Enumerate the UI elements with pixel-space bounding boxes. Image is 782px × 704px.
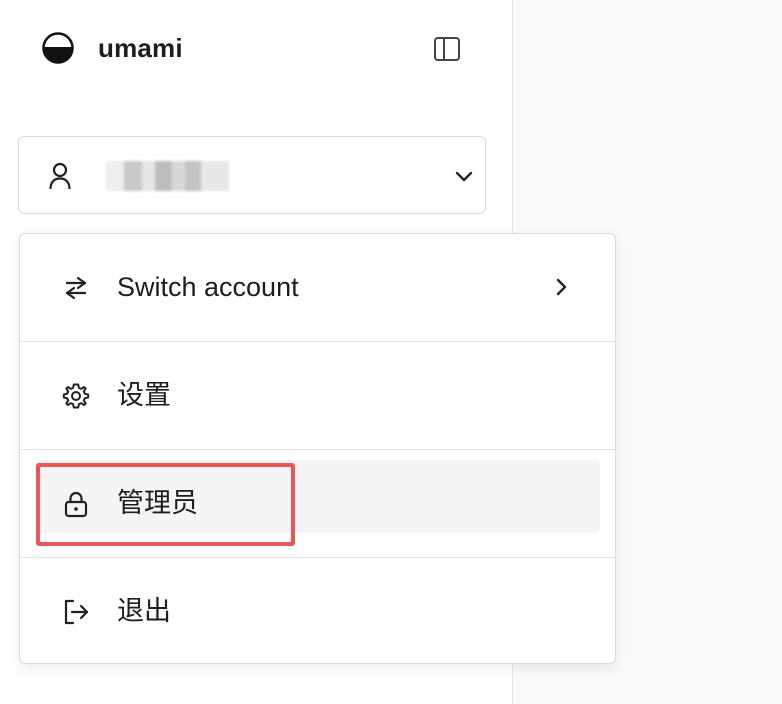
menu-item-label: 管理员 [117, 488, 198, 518]
menu-item-admin[interactable]: 管理员 [20, 450, 615, 557]
account-selector[interactable] [18, 136, 486, 214]
umami-logo-icon [42, 32, 74, 64]
switch-arrows-icon [65, 276, 87, 300]
account-dropdown-menu: Switch account 设置 管理员 退出 [19, 233, 616, 664]
account-username [101, 161, 229, 191]
menu-item-settings[interactable]: 设置 [20, 342, 615, 449]
menu-item-label: Switch account [117, 272, 299, 302]
logout-icon [64, 599, 89, 625]
lock-icon [64, 491, 88, 518]
page: umami Switch account 设置 管理员 退出 [0, 0, 782, 704]
menu-item-label: 设置 [117, 380, 171, 410]
gear-icon [62, 383, 90, 409]
user-icon [49, 162, 71, 190]
menu-item-logout[interactable]: 退出 [20, 558, 615, 665]
menu-item-label: 退出 [117, 596, 171, 626]
sidebar-toggle-icon [434, 37, 460, 61]
chevron-right-icon [556, 278, 567, 296]
brand-name: umami [98, 33, 183, 63]
chevron-down-icon [455, 171, 473, 182]
sidebar-toggle-button[interactable] [430, 32, 464, 66]
menu-item-switch-account[interactable]: Switch account [20, 234, 615, 341]
